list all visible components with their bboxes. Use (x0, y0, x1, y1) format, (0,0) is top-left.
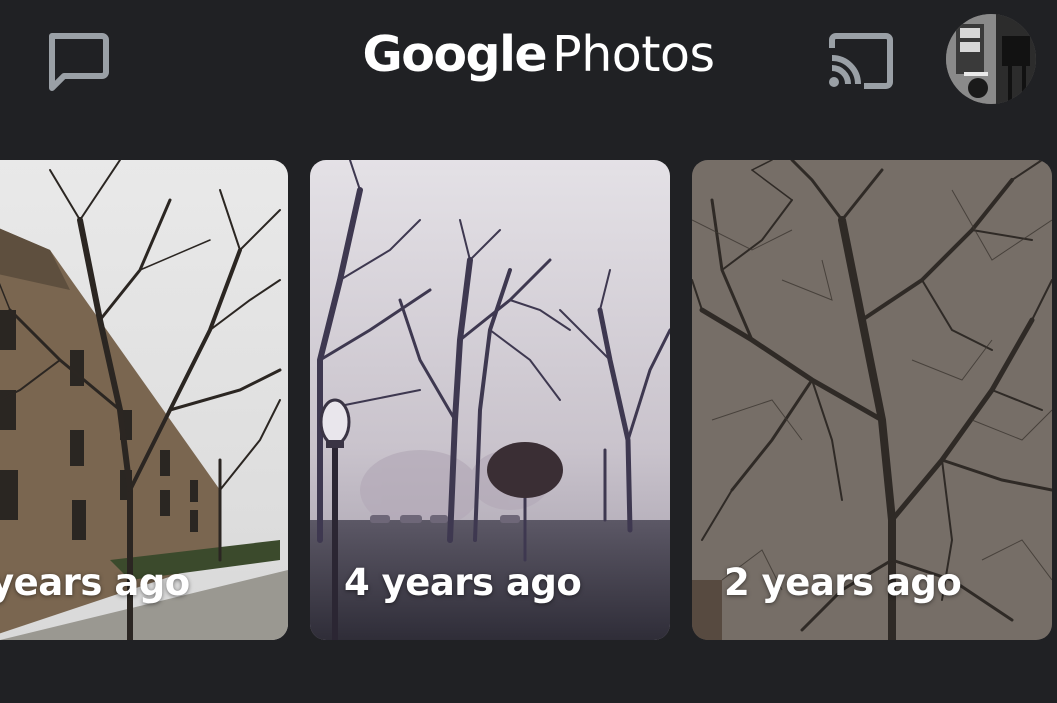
top-app-bar: Google Photos (0, 0, 1057, 120)
avatar-photo (946, 14, 1036, 104)
cast-icon (829, 33, 893, 89)
google-photos-app: Google Photos years ago 4 years ago 2 ye… (0, 0, 1057, 703)
title-brand: Google (362, 26, 548, 83)
account-avatar[interactable] (946, 14, 1036, 104)
title-product: Photos (552, 26, 715, 83)
memory-label: 2 years ago (724, 561, 962, 604)
memory-label: 4 years ago (344, 561, 582, 604)
memory-card[interactable]: years ago (0, 160, 288, 640)
memory-label: years ago (0, 561, 190, 604)
memory-card[interactable]: 2 years ago (692, 160, 1052, 640)
app-title: Google Photos (0, 26, 1057, 83)
cast-button[interactable] (826, 32, 896, 90)
memory-card[interactable]: 4 years ago (310, 160, 670, 640)
memories-carousel[interactable]: years ago 4 years ago 2 years ago (0, 160, 1057, 640)
